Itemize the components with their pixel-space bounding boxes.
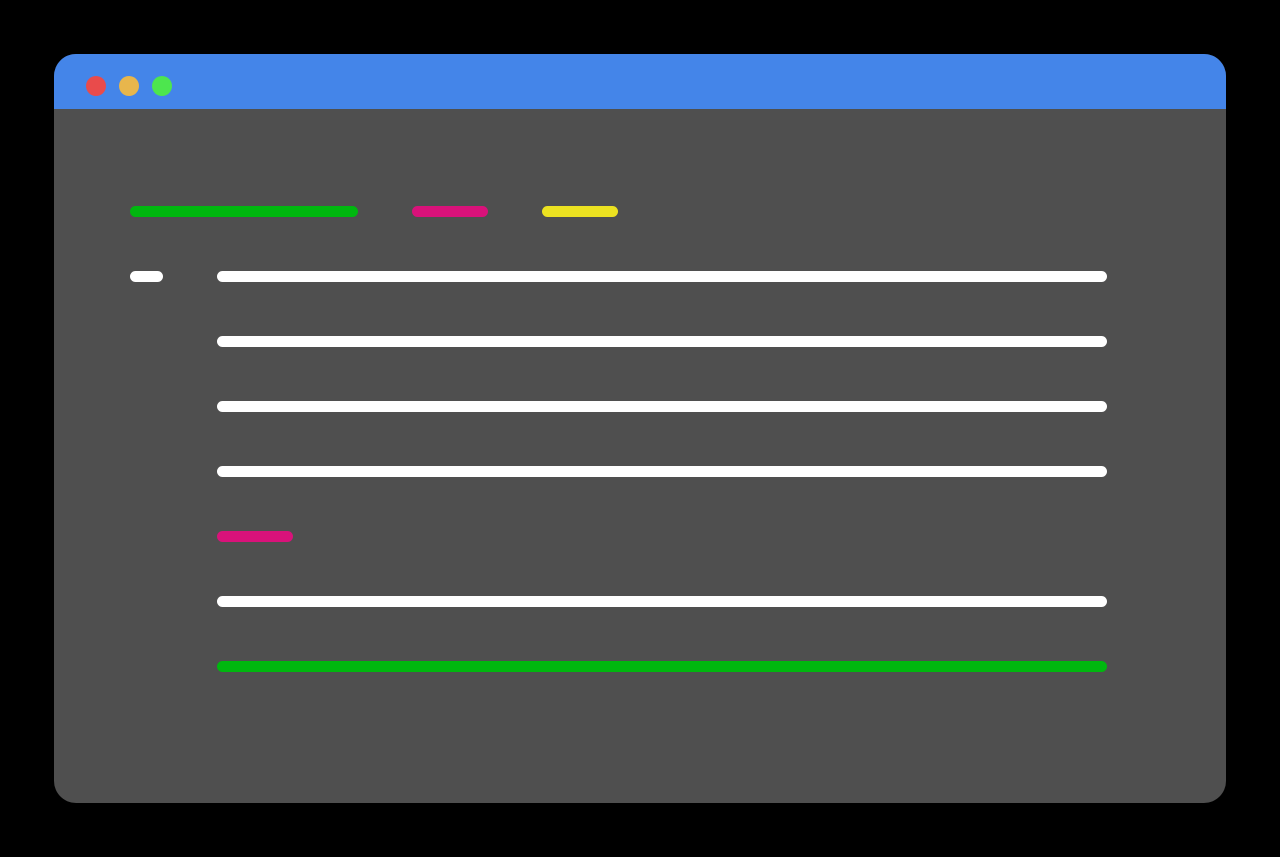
code-editor-area[interactable] (54, 109, 1226, 803)
code-line-4 (217, 466, 1107, 477)
header-token-3 (542, 206, 618, 217)
code-line-2 (217, 336, 1107, 347)
close-button[interactable] (86, 76, 106, 96)
code-line-3 (217, 401, 1107, 412)
header-token-1 (130, 206, 358, 217)
minimize-button[interactable] (119, 76, 139, 96)
code-window (54, 54, 1226, 803)
code-line-7 (217, 661, 1107, 672)
gutter-marker (130, 271, 163, 282)
zoom-button[interactable] (152, 76, 172, 96)
code-line-1 (217, 271, 1107, 282)
code-line-6 (217, 596, 1107, 607)
title-bar (54, 54, 1226, 109)
header-token-2 (412, 206, 488, 217)
code-line-5 (217, 531, 293, 542)
